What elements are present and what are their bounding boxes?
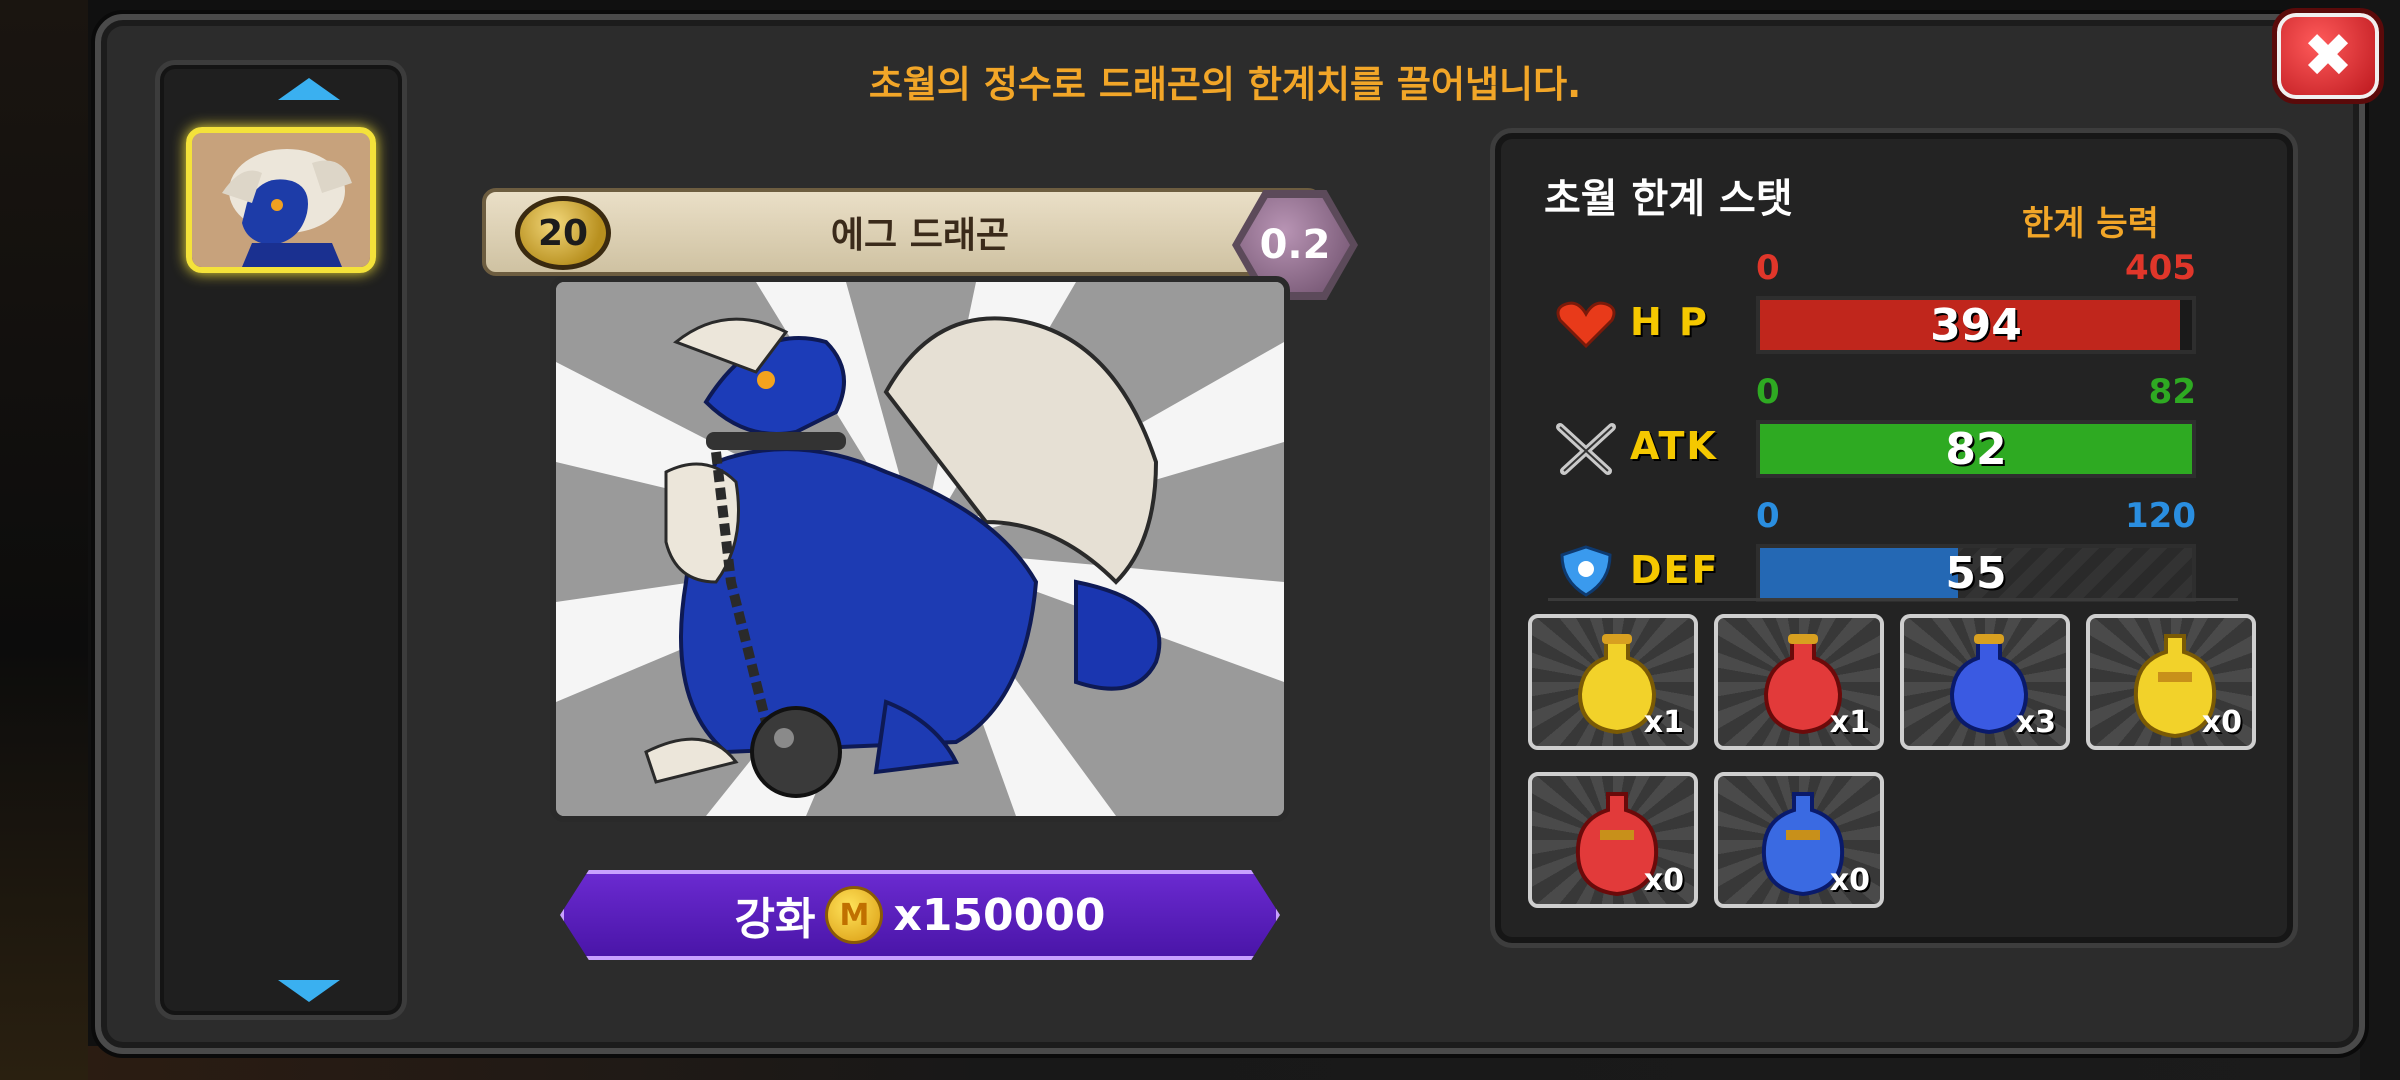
dragon-illustration xyxy=(556,282,1284,816)
potion-slot-6[interactable]: x0 xyxy=(1714,772,1884,908)
potion-count: x3 xyxy=(2015,705,2056,740)
dragon-portrait xyxy=(550,276,1290,822)
background-left xyxy=(0,0,88,1080)
crossed-swords-icon xyxy=(1550,423,1622,475)
dragon-name: 에그 드래곤 xyxy=(830,215,1010,256)
coin-icon: M xyxy=(825,886,884,944)
atk-label: ATK xyxy=(1630,424,1718,468)
def-max: 120 xyxy=(2125,496,2196,536)
hp-label: H P xyxy=(1630,300,1709,344)
limit-ability-label: 한계 능력 xyxy=(2022,204,2159,244)
dragon-thumbnail-selected[interactable] xyxy=(186,127,376,273)
potion-count: x0 xyxy=(2201,705,2242,740)
upgrade-cost: x150000 xyxy=(893,889,1106,941)
def-range: 0 120 xyxy=(1756,496,2196,536)
def-value: 55 xyxy=(1945,547,2007,599)
atk-value: 82 xyxy=(1945,423,2007,475)
potion-slot-1[interactable]: x1 xyxy=(1528,614,1698,750)
hp-bar: 394 xyxy=(1756,296,2196,354)
potion-slot-5[interactable]: x0 xyxy=(1528,772,1698,908)
atk-bar: 82 xyxy=(1756,420,2196,478)
potion-slot-2[interactable]: x1 xyxy=(1714,614,1884,750)
def-label: DEF xyxy=(1630,548,1720,592)
shield-icon xyxy=(1550,545,1622,597)
hp-range: 0 405 xyxy=(1756,248,2196,288)
potion-count: x0 xyxy=(1643,863,1684,898)
potion-slot-3[interactable]: x3 xyxy=(1900,614,2070,750)
upgrade-label: 강화 xyxy=(734,894,816,945)
dragon-thumbnail-icon xyxy=(192,133,370,267)
hp-max: 405 xyxy=(2125,248,2196,288)
potion-count: x1 xyxy=(1643,705,1684,740)
background-right xyxy=(2360,0,2400,1080)
atk-range: 0 82 xyxy=(1756,372,2196,412)
hp-min: 0 xyxy=(1756,248,1780,288)
upgrade-button[interactable]: 강화 M x150000 xyxy=(560,870,1280,960)
def-min: 0 xyxy=(1756,496,1780,536)
chevron-up-icon[interactable] xyxy=(278,78,340,100)
stats-title: 초월 한계 스탯 xyxy=(1544,176,1793,222)
headline-text: 초월의 정수로 드래곤의 한계치를 끌어냅니다. xyxy=(868,63,1582,106)
hp-value: 394 xyxy=(1930,299,2022,351)
stats-divider xyxy=(1548,598,2238,601)
potion-count: x1 xyxy=(1829,705,1870,740)
chevron-down-icon[interactable] xyxy=(278,980,340,1002)
potion-slot-4[interactable]: x0 xyxy=(2086,614,2256,750)
game-screen: 초월의 정수로 드래곤의 한계치를 끌어냅니다. 20 에그 드래곤 0.2 강… xyxy=(0,0,2400,1080)
close-button[interactable]: ✖ xyxy=(2272,8,2384,104)
heart-icon xyxy=(1550,300,1622,350)
atk-max: 82 xyxy=(2148,372,2196,412)
potion-count: x0 xyxy=(1829,863,1870,898)
close-icon: ✖ xyxy=(2302,21,2354,91)
def-bar: 55 xyxy=(1756,544,2196,602)
level-badge: 20 xyxy=(515,196,611,270)
atk-min: 0 xyxy=(1756,372,1780,412)
